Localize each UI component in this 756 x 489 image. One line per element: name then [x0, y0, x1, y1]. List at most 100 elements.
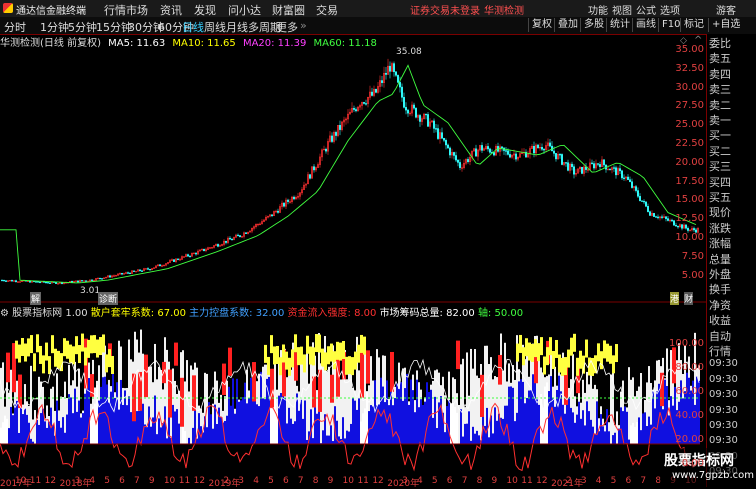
- multi-stock-button[interactable]: 多股: [580, 18, 607, 32]
- candle: [489, 148, 490, 154]
- tab-more[interactable]: 更多: [276, 19, 298, 35]
- area-bar-blue: [420, 399, 422, 444]
- area-bar-blue: [150, 427, 152, 444]
- tab-monthly[interactable]: 月线: [226, 19, 248, 35]
- date-axis-label: 2: [566, 476, 572, 486]
- area-bar-blue: [454, 407, 456, 444]
- candle: [257, 223, 258, 226]
- menu-item-quotes[interactable]: 行情: [104, 2, 126, 18]
- area-bar-blue: [116, 382, 118, 444]
- tab-intraday[interactable]: 分时: [4, 19, 26, 35]
- side-panel-item: 卖四: [709, 66, 731, 82]
- area-bar-blue: [80, 418, 82, 444]
- side-panel-item: 卖五: [709, 50, 731, 66]
- area-bar-yellow: [579, 351, 582, 369]
- area-bar-blue: [626, 412, 628, 444]
- area-bar-blue: [330, 425, 332, 444]
- area-bar-white: [340, 380, 342, 444]
- candle: [263, 219, 264, 222]
- tab-daily[interactable]: 日线: [182, 19, 204, 35]
- candle: [599, 162, 600, 171]
- area-bar-blue: [14, 405, 16, 444]
- area-bar-blue: [546, 382, 548, 444]
- candle: [261, 219, 262, 224]
- candle: [605, 165, 606, 173]
- stats-button[interactable]: 统计: [606, 18, 633, 32]
- candle: [203, 249, 204, 251]
- area-bar-blue: [634, 427, 636, 444]
- area-bar-blue: [576, 415, 578, 444]
- tab-5min[interactable]: 5分钟: [68, 19, 97, 35]
- candle: [135, 271, 136, 272]
- indicator-chart[interactable]: [0, 318, 706, 476]
- area-bar-yellow: [342, 341, 345, 359]
- overlay-button[interactable]: 叠加: [554, 18, 581, 32]
- area-bar-yellow: [39, 346, 42, 364]
- area-bar-blue: [664, 380, 666, 444]
- chevron-down-icon[interactable]: »: [300, 19, 307, 32]
- area-bar-yellow: [546, 347, 549, 365]
- candle: [477, 149, 478, 161]
- menu-item-formula[interactable]: 公式: [636, 2, 656, 17]
- area-bar-blue: [552, 397, 554, 444]
- area-bar-yellow: [36, 334, 39, 352]
- area-bar-red: [390, 352, 394, 392]
- menu-item-wealth[interactable]: 财富圈: [272, 2, 305, 18]
- draw-line-button[interactable]: 画线: [632, 18, 659, 32]
- candle: [367, 97, 368, 108]
- candle: [299, 192, 300, 200]
- price-axis-label: 5.00: [682, 270, 704, 281]
- area-bar-yellow: [282, 344, 285, 362]
- area-bar-blue: [130, 412, 132, 444]
- area-bar-yellow: [300, 347, 303, 365]
- area-bar-yellow: [555, 340, 558, 358]
- candle: [541, 144, 542, 151]
- area-bar-blue: [358, 398, 360, 444]
- area-bar-yellow: [276, 346, 279, 364]
- menu-item-function[interactable]: 功能: [588, 2, 608, 17]
- area-bar-blue: [240, 400, 242, 444]
- price-chart[interactable]: [0, 46, 706, 304]
- menu-item-market[interactable]: 市场: [126, 2, 148, 18]
- side-panel-item: 卖三: [709, 81, 731, 97]
- menu-item-view[interactable]: 视图: [612, 2, 632, 17]
- date-axis-label: 10: [164, 476, 175, 486]
- candle: [601, 156, 602, 167]
- user-guest[interactable]: 游客: [716, 2, 736, 17]
- menu-item-ask[interactable]: 问小达: [228, 2, 261, 18]
- area-bar-blue: [262, 398, 264, 444]
- area-bar-blue: [406, 374, 408, 444]
- menu-item-options[interactable]: 选项: [660, 2, 680, 17]
- area-bar-blue: [426, 382, 428, 444]
- login-warning[interactable]: 证券交易未登录: [410, 2, 480, 17]
- area-bar-yellow: [534, 339, 537, 357]
- mark-button[interactable]: 标记: [680, 18, 707, 32]
- candle: [457, 159, 458, 166]
- area-bar-yellow: [309, 347, 312, 365]
- candle: [363, 102, 364, 105]
- date-axis-label: 5: [268, 476, 274, 486]
- candle: [121, 273, 122, 275]
- candle: [99, 278, 100, 279]
- area-bar-blue: [404, 388, 406, 444]
- area-bar-yellow: [297, 347, 300, 365]
- area-bar-blue: [436, 428, 438, 444]
- area-bar-blue: [602, 426, 604, 444]
- area-bar-blue: [96, 385, 98, 444]
- candle: [17, 281, 18, 282]
- add-favorite-button[interactable]: +自选: [708, 18, 743, 32]
- candle: [517, 156, 518, 161]
- date-axis-label: 7: [462, 476, 468, 486]
- area-bar-blue: [236, 379, 238, 444]
- tab-1min[interactable]: 1分钟: [40, 19, 69, 35]
- tab-15min[interactable]: 15分钟: [96, 19, 132, 35]
- area-bar-blue: [654, 408, 656, 444]
- menu-item-trade[interactable]: 交易: [316, 2, 338, 18]
- candle: [663, 214, 664, 218]
- menu-item-news[interactable]: 资讯: [160, 2, 182, 18]
- menu-item-discover[interactable]: 发现: [194, 2, 216, 18]
- adjust-button[interactable]: 复权: [528, 18, 555, 32]
- area-bar-blue: [668, 415, 670, 444]
- area-bar-yellow: [90, 335, 93, 353]
- tab-weekly[interactable]: 周线: [204, 19, 226, 35]
